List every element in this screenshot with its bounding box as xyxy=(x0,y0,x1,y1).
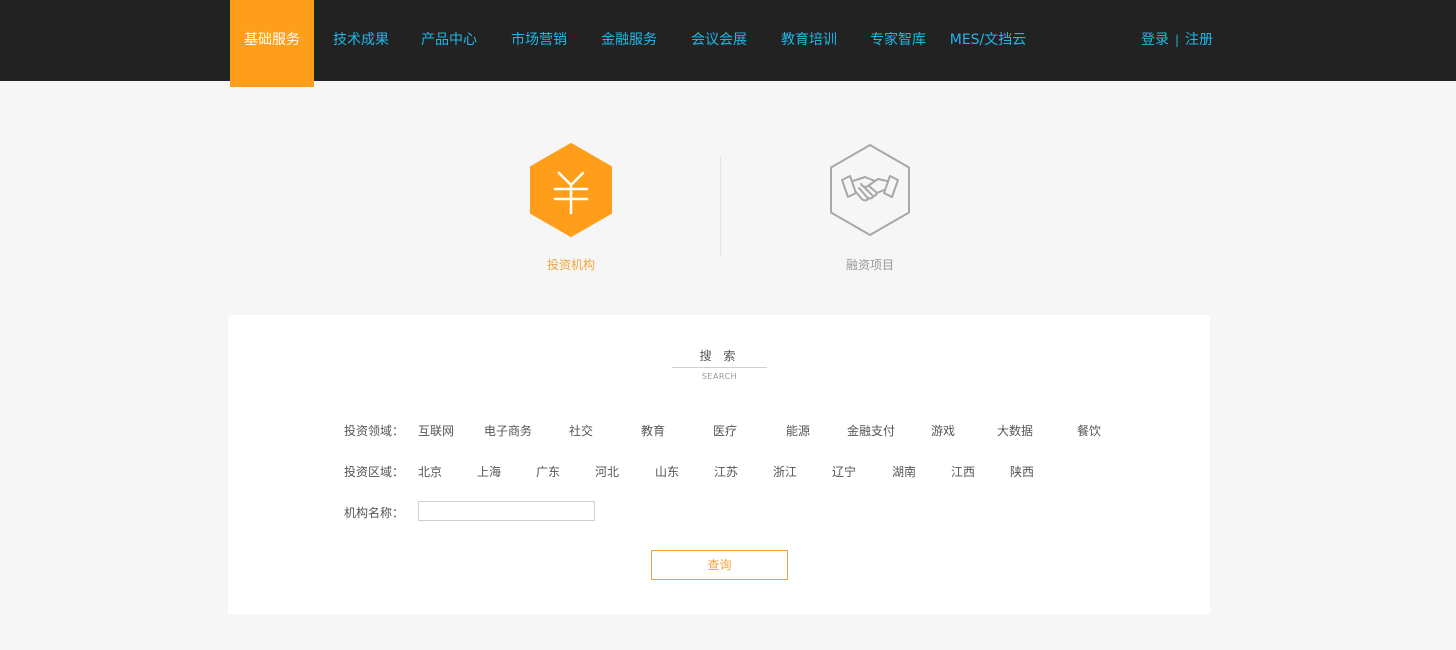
investor-tab-label[interactable]: 投资机构 xyxy=(501,256,641,273)
field-option[interactable]: 教育 xyxy=(641,422,665,439)
handshake-icon xyxy=(830,144,910,236)
region-option[interactable]: 上海 xyxy=(477,463,501,480)
nav-item-basic-services[interactable]: 基础服务 xyxy=(230,0,314,87)
search-panel: 搜 索 SEARCH 投资领域： 互联网 电子商务 社交 教育 医疗 能源 金融… xyxy=(228,315,1210,614)
field-option[interactable]: 社交 xyxy=(569,422,593,439)
field-option[interactable]: 游戏 xyxy=(931,422,955,439)
type-divider xyxy=(720,157,721,256)
project-tab-label[interactable]: 融资项目 xyxy=(800,256,940,273)
field-option[interactable]: 能源 xyxy=(786,422,810,439)
region-option[interactable]: 广东 xyxy=(536,463,560,480)
region-option[interactable]: 浙江 xyxy=(773,463,797,480)
nav-item-education[interactable]: 教育培训 xyxy=(767,0,851,81)
field-option[interactable]: 大数据 xyxy=(997,422,1033,439)
region-option[interactable]: 江西 xyxy=(951,463,975,480)
field-option[interactable]: 电子商务 xyxy=(484,422,532,439)
region-option[interactable]: 江苏 xyxy=(714,463,738,480)
field-option[interactable]: 餐饮 xyxy=(1077,422,1101,439)
field-option[interactable]: 医疗 xyxy=(713,422,737,439)
nav-item-conferences[interactable]: 会议会展 xyxy=(677,0,761,81)
region-option[interactable]: 陕西 xyxy=(1010,463,1034,480)
region-option[interactable]: 山东 xyxy=(655,463,679,480)
investor-tab[interactable] xyxy=(529,143,613,237)
auth-links: 登录 | 注册 xyxy=(1141,0,1213,81)
nav-item-marketing[interactable]: 市场营销 xyxy=(497,0,581,81)
investment-region-label: 投资区域： xyxy=(344,465,405,479)
nav-item-product-center[interactable]: 产品中心 xyxy=(407,0,491,81)
institution-name-label: 机构名称： xyxy=(344,506,405,520)
nav-item-financial-services[interactable]: 金融服务 xyxy=(587,0,671,81)
project-tab[interactable] xyxy=(828,143,912,237)
register-link[interactable]: 注册 xyxy=(1185,32,1213,48)
top-nav-bar: 基础服务 技术成果 产品中心 市场营销 金融服务 会议会展 教育培训 专家智库 … xyxy=(0,0,1456,87)
field-option[interactable]: 金融支付 xyxy=(847,422,895,439)
search-title-underline xyxy=(672,367,767,368)
login-link[interactable]: 登录 xyxy=(1141,32,1169,48)
investment-field-label: 投资领域： xyxy=(344,424,405,438)
region-option[interactable]: 河北 xyxy=(595,463,619,480)
nav-item-mes-cloud[interactable]: MES/文挡云 xyxy=(943,0,1033,81)
yuan-icon xyxy=(530,143,612,237)
institution-name-input[interactable] xyxy=(418,501,595,521)
search-subtitle: SEARCH xyxy=(701,372,738,381)
nav-item-expert-think-tank[interactable]: 专家智库 xyxy=(856,0,940,81)
auth-separator: | xyxy=(1175,33,1180,47)
search-title: 搜 索 xyxy=(699,349,740,363)
nav-item-tech-achievements[interactable]: 技术成果 xyxy=(319,0,403,81)
field-option[interactable]: 互联网 xyxy=(418,422,454,439)
region-option[interactable]: 辽宁 xyxy=(832,463,856,480)
region-option[interactable]: 北京 xyxy=(418,463,442,480)
query-button[interactable]: 查询 xyxy=(651,550,788,580)
region-option[interactable]: 湖南 xyxy=(892,463,916,480)
